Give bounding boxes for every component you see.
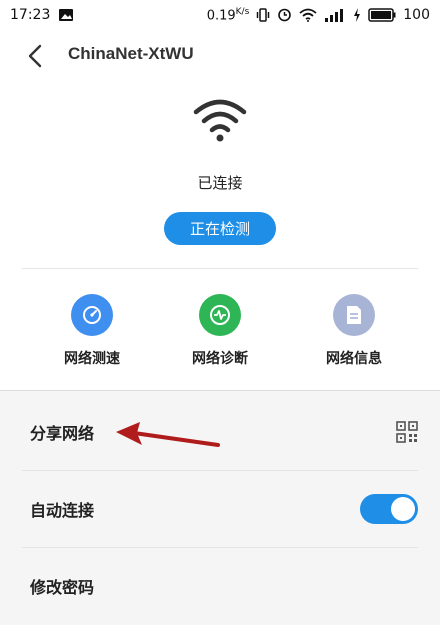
document-icon (333, 294, 375, 336)
header: ChinaNet-XtWU (0, 30, 440, 82)
change-password-label: 修改密码 (30, 578, 95, 597)
heartbeat-icon (199, 294, 241, 336)
status-time: 17:23 (10, 7, 51, 23)
alarm-icon (277, 7, 292, 22)
wifi-connected-icon (190, 94, 250, 146)
battery-level: 100 (403, 6, 430, 23)
tool-network-info[interactable]: 网络信息 (294, 294, 414, 368)
tool-speed-test[interactable]: 网络测速 (32, 294, 152, 368)
signal-icon (324, 8, 346, 22)
charging-icon (353, 7, 361, 22)
net-speed: 0.19K/s (206, 6, 250, 24)
change-password-row[interactable]: 修改密码 (0, 548, 440, 624)
toggle-knob (391, 497, 415, 521)
vibrate-icon (256, 8, 270, 22)
auto-connect-label: 自动连接 (30, 501, 95, 520)
connection-status: 已连接 (197, 174, 243, 192)
tool-label: 网络测速 (64, 351, 120, 367)
battery-icon (368, 8, 396, 22)
annotation-arrow-icon (116, 422, 220, 447)
chevron-left-icon (28, 44, 42, 68)
speedometer-icon (71, 294, 113, 336)
auto-connect-row[interactable]: 自动连接 (0, 471, 440, 547)
wifi-icon (299, 8, 317, 22)
detecting-button[interactable]: 正在检测 (164, 212, 276, 245)
image-icon (58, 8, 74, 22)
tool-label: 网络信息 (326, 351, 382, 367)
divider (22, 268, 418, 269)
page-title: ChinaNet-XtWU (68, 44, 194, 63)
tool-label: 网络诊断 (192, 351, 248, 367)
qr-code-icon[interactable] (396, 421, 418, 443)
back-button[interactable] (22, 43, 48, 69)
status-bar: 17:23 0.19K/s 100 (0, 0, 440, 30)
share-network-label: 分享网络 (30, 424, 95, 443)
auto-connect-toggle[interactable] (360, 494, 418, 524)
tool-diagnose[interactable]: 网络诊断 (160, 294, 280, 368)
